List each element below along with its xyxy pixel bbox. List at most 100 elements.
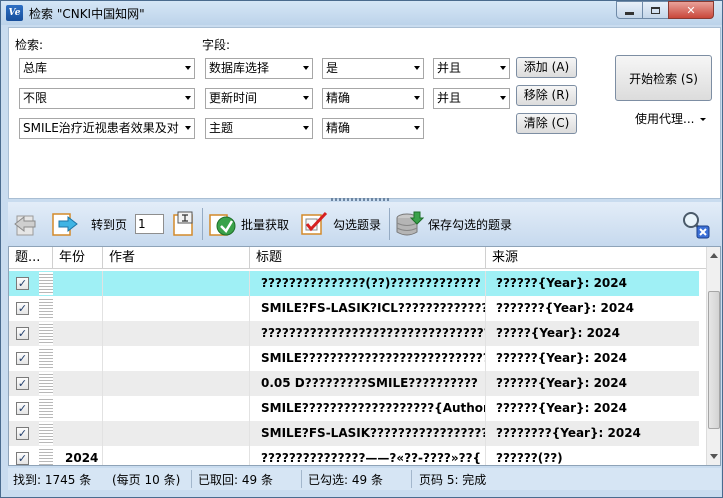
cell-title: ????????????????????????????????? (255, 321, 486, 346)
col-header-source[interactable]: 来源 (486, 247, 706, 269)
table-row[interactable]: ✓ SMILE???????????????????{Author ??????… (9, 396, 699, 421)
cell-author (103, 396, 250, 421)
value-select-3[interactable]: 精确 (322, 118, 424, 139)
row-indicator (39, 447, 53, 465)
row-checkbox[interactable]: ✓ (16, 402, 29, 415)
cell-year (53, 271, 103, 296)
cell-source: ??????{Year}: 2024 (496, 276, 627, 290)
row-checkbox[interactable]: ✓ (16, 427, 29, 440)
query-select-3[interactable]: SMILE治疗近视患者效果及对 (19, 118, 195, 139)
stop-search-button[interactable] (680, 202, 710, 246)
proxy-dropdown[interactable]: 使用代理... (635, 110, 707, 127)
row-indicator (39, 422, 53, 445)
app-icon: Ve (6, 5, 23, 21)
chevron-down-icon (500, 66, 506, 70)
col-header-title[interactable]: 标题 (250, 247, 486, 269)
col-header-year[interactable]: 年份 (53, 247, 103, 269)
check-records-button[interactable]: 勾选题录 (299, 202, 381, 246)
cell-source: ?????{Year}: 2024 (496, 326, 621, 340)
row-indicator (39, 347, 53, 370)
maximize-icon (651, 6, 660, 14)
field-select-1[interactable]: 数据库选择 (205, 58, 313, 79)
row-indicator (39, 397, 53, 420)
value-select-2[interactable]: 精确 (322, 88, 424, 109)
cell-title: ???????????????——?«??-????»??{ (255, 446, 486, 465)
row-checkbox[interactable]: ✓ (16, 277, 29, 290)
row-checkbox[interactable]: ✓ (16, 302, 29, 315)
vertical-scrollbar[interactable] (706, 247, 720, 465)
query-select-2-value: 不限 (23, 91, 48, 105)
add-button[interactable]: 添加 (A) (516, 57, 577, 78)
cell-year (53, 371, 103, 396)
cell-title: 0.05 D?????????SMILE?????????? (255, 371, 486, 396)
clear-button[interactable]: 清除 (C) (516, 113, 577, 134)
toolbar: 转到页 1 批量获取 勾选题录 保存勾选的题录 (8, 202, 721, 246)
goto-page-button[interactable] (168, 202, 198, 246)
cell-title: SMILE?FS-LASIK????????????????? (255, 421, 486, 446)
start-search-button[interactable]: 开始检索 (S) (615, 55, 712, 101)
field-select-3[interactable]: 主题 (205, 118, 313, 139)
cell-year: 2024 (59, 446, 103, 465)
back-button[interactable] (11, 202, 41, 246)
row-checkbox[interactable]: ✓ (16, 452, 29, 465)
table-row[interactable]: ✓ SMILE?FS-LASIK????????????????? ??????… (9, 421, 699, 446)
chevron-down-icon (185, 66, 191, 70)
search-panel: 检索: 字段: 总库 数据库选择 是 并且 添加 (A) 不限 更新时间 精确 … (8, 27, 721, 199)
logic-select-1[interactable]: 并且 (433, 58, 510, 79)
table-row[interactable]: ✓ ???????????????(??)????????????? ?????… (9, 271, 699, 296)
cell-source: ??????(??) (496, 451, 563, 465)
query-select-3-value: SMILE治疗近视患者效果及对 (23, 121, 179, 135)
logic-select-1-value: 并且 (437, 61, 462, 75)
title-bar[interactable]: Ve 检索 "CNKI中国知网" ✕ (1, 1, 722, 25)
check-records-label: 勾选题录 (333, 217, 382, 232)
proxy-label: 使用代理... (635, 112, 695, 126)
logic-select-2[interactable]: 并且 (433, 88, 510, 109)
col-header-select[interactable]: 题... (9, 247, 53, 269)
value-select-1[interactable]: 是 (322, 58, 424, 79)
chevron-down-icon (414, 96, 420, 100)
splitter-grip[interactable] (331, 198, 391, 201)
remove-button[interactable]: 移除 (R) (516, 85, 577, 106)
query-select-1[interactable]: 总库 (19, 58, 195, 79)
forward-button[interactable] (49, 202, 79, 246)
chevron-down-icon (303, 66, 309, 70)
scroll-up-icon[interactable] (710, 253, 718, 258)
minimize-button[interactable] (616, 1, 643, 19)
table-row[interactable]: ✓ 2024 ???????????????——?«??-????»??{ ??… (9, 446, 699, 465)
scrollbar-thumb[interactable] (708, 291, 720, 429)
cell-year (53, 421, 103, 446)
cell-source: ??????{Year}: 2024 (496, 351, 627, 365)
batch-fetch-button[interactable]: 批量获取 (207, 202, 289, 246)
goto-page-label: 转到页 (91, 217, 128, 232)
batch-fetch-label: 批量获取 (241, 217, 290, 232)
col-header-author[interactable]: 作者 (103, 247, 250, 269)
row-checkbox[interactable]: ✓ (16, 352, 29, 365)
scroll-down-icon[interactable] (710, 454, 718, 459)
table-row[interactable]: ✓ SMILE???????????????????????????? ????… (9, 346, 699, 371)
arrow-left-icon (14, 215, 36, 236)
table-row[interactable]: ✓ ????????????????????????????????? ????… (9, 321, 699, 346)
field-label: 字段: (202, 38, 231, 52)
close-button[interactable]: ✕ (668, 1, 714, 19)
query-select-2[interactable]: 不限 (19, 88, 195, 109)
row-checkbox[interactable]: ✓ (16, 377, 29, 390)
field-select-2-value: 更新时间 (209, 91, 258, 105)
query-label: 检索: (15, 38, 44, 52)
table-row[interactable]: ✓ 0.05 D?????????SMILE?????????? ??????{… (9, 371, 699, 396)
maximize-button[interactable] (642, 1, 669, 19)
window-title: 检索 "CNKI中国知网" (29, 7, 145, 21)
cell-title: SMILE?FS-LASIK?ICL????????????? (255, 296, 486, 321)
caret-down-icon (700, 118, 707, 121)
page-jump-icon (173, 211, 193, 236)
close-icon: ✕ (686, 3, 696, 17)
cell-source: ???????{Year}: 2024 (496, 301, 634, 315)
save-checked-button[interactable]: 保存勾选的题录 (394, 202, 512, 246)
row-checkbox[interactable]: ✓ (16, 327, 29, 340)
query-select-1-value: 总库 (23, 61, 48, 75)
field-select-2[interactable]: 更新时间 (205, 88, 313, 109)
table-row[interactable]: ✓ SMILE?FS-LASIK?ICL????????????? ??????… (9, 296, 699, 321)
table-header: 题... 年份 作者 标题 来源 (9, 247, 709, 269)
status-found: 找到: 1745 条 (13, 473, 92, 487)
arrow-right-icon (52, 213, 78, 236)
page-number-input[interactable]: 1 (135, 214, 164, 234)
